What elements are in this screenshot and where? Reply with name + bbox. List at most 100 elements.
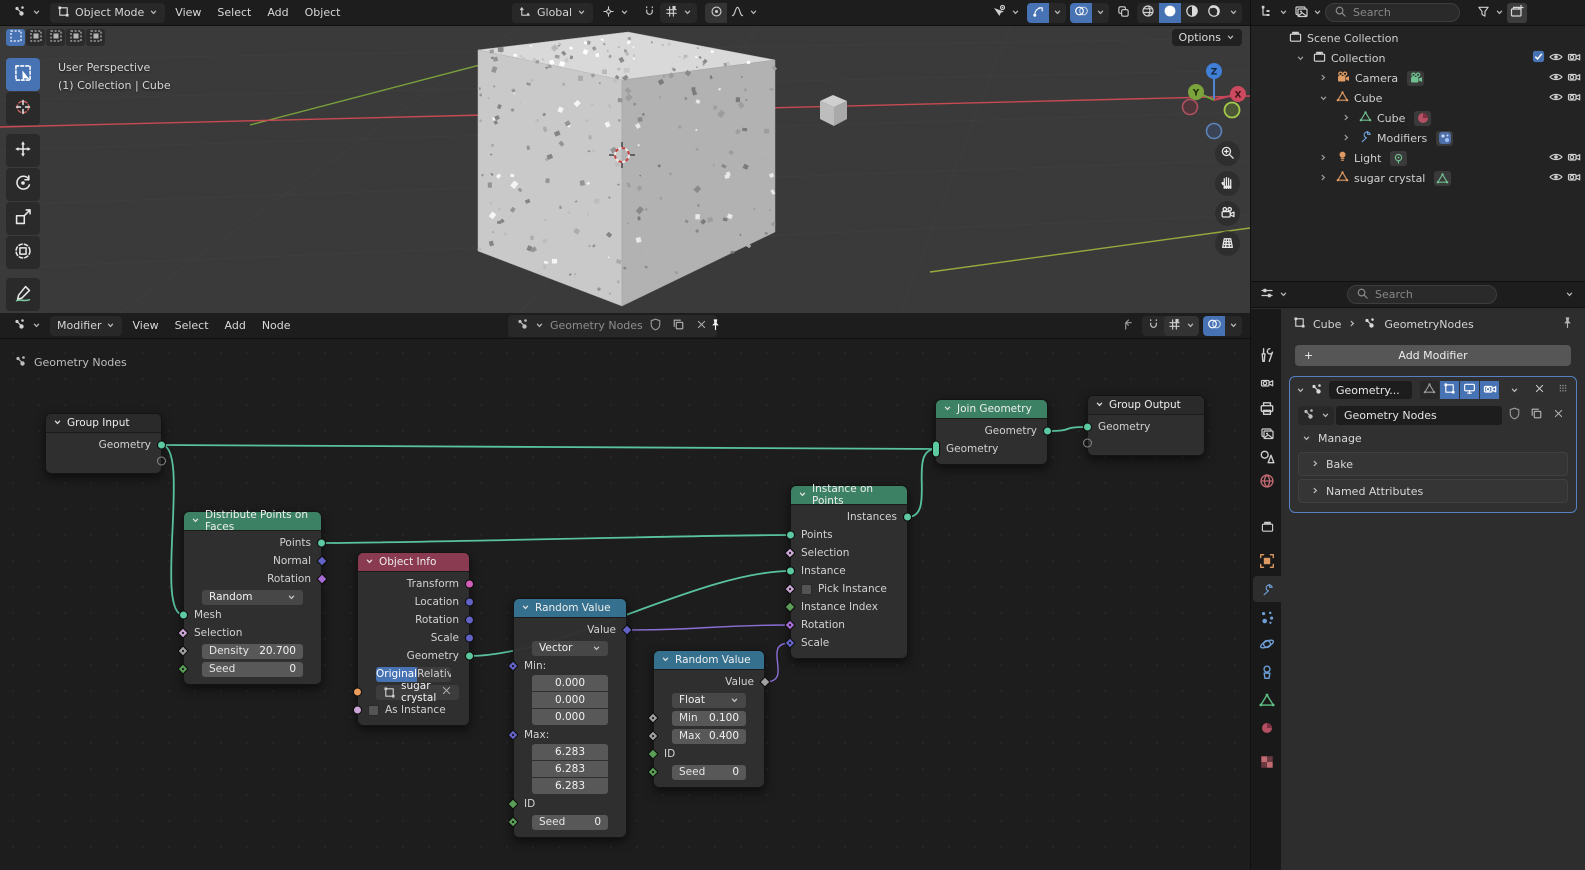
chevron-right-icon[interactable] [1342, 112, 1354, 125]
collapse-chevron-icon[interactable] [943, 403, 952, 415]
proportional-editing-toggle[interactable] [705, 2, 728, 23]
vector-component-field[interactable]: 6.283 [532, 778, 608, 794]
mesh-socket[interactable] [179, 610, 188, 620]
node-menu-view[interactable]: View [124, 316, 166, 335]
pin-id-button[interactable] [1557, 314, 1577, 334]
vector-component-field[interactable]: 6.283 [532, 744, 608, 760]
node-join-geometry[interactable]: Join Geometry Geometry Geometry [932, 399, 1052, 465]
outliner-item-camera[interactable]: Camera [1251, 68, 1585, 88]
modifier-name-field[interactable]: Geometry... [1329, 381, 1413, 399]
node-group-name-field[interactable]: Geometry Nodes [1336, 405, 1502, 425]
geometry-socket[interactable] [465, 651, 474, 661]
new-collection-button[interactable] [1507, 2, 1527, 23]
virtual-socket[interactable] [1083, 438, 1092, 447]
shading-dropdown[interactable] [1225, 3, 1242, 23]
value-field[interactable]: Seed 0 [532, 814, 608, 830]
tool-select-box[interactable] [6, 58, 40, 91]
node-header[interactable]: Random Value [654, 651, 764, 670]
parent-node-tree-button[interactable] [1118, 316, 1138, 336]
browse-node-tree-dropdown[interactable] [513, 316, 547, 336]
node-snap-toggle[interactable] [1142, 316, 1164, 336]
collapse-chevron-icon[interactable] [191, 515, 200, 527]
editor-type-dropdown[interactable] [6, 316, 48, 336]
tool-cursor[interactable] [6, 92, 40, 125]
display-mode-dropdown[interactable] [1291, 3, 1325, 23]
properties-tab-modifiers[interactable] [1253, 576, 1281, 602]
instances-socket[interactable] [903, 512, 912, 522]
overlays-dropdown[interactable] [1092, 3, 1109, 23]
show-on-cage-toggle[interactable] [1420, 381, 1440, 399]
modifier-extras-dropdown[interactable] [1504, 380, 1524, 400]
light-data-badge-icon[interactable] [1390, 150, 1408, 166]
disable-in-render-camera-icon[interactable] [1567, 150, 1581, 167]
outliner-search-input[interactable]: Search [1325, 3, 1460, 22]
checkbox[interactable] [368, 704, 379, 716]
geometry-socket[interactable] [1083, 422, 1092, 432]
hide-in-viewport-eye-icon[interactable] [1549, 150, 1563, 167]
collapse-chevron-icon[interactable] [365, 556, 374, 568]
pin-toggle[interactable] [705, 316, 725, 336]
outliner-item-label[interactable]: Camera [1355, 72, 1398, 85]
node-instance-on-points[interactable]: Instance on Points Instances Points Selecti… [784, 483, 912, 659]
outliner-item-collection[interactable]: Collection [1251, 48, 1585, 68]
outliner-item-label[interactable]: sugar crystal [1354, 172, 1425, 185]
tool-move[interactable] [6, 134, 40, 167]
properties-tab-output[interactable] [1253, 395, 1281, 421]
collapse-chevron-icon[interactable] [53, 417, 62, 429]
viewport-menu-object[interactable]: Object [297, 3, 349, 22]
chevron-down-icon[interactable] [1319, 92, 1331, 105]
node-header[interactable]: Random Value [514, 599, 626, 618]
hide-in-viewport-eye-icon[interactable] [1549, 70, 1563, 87]
hide-in-viewport-eye-icon[interactable] [1549, 90, 1563, 107]
outliner-item-modifiers[interactable]: Modifiers [1251, 128, 1585, 148]
viewport-menu-add[interactable]: Add [259, 3, 296, 22]
vector-component-field[interactable]: 0.000 [532, 709, 608, 725]
collapse-chevron-icon[interactable] [521, 602, 530, 614]
xray-toggle[interactable] [1113, 3, 1133, 23]
visibility-dropdown[interactable] [989, 3, 1023, 23]
viewport-menu-select[interactable]: Select [209, 3, 259, 22]
properties-tab-scene[interactable] [1253, 444, 1281, 470]
location-socket[interactable] [465, 597, 474, 607]
filter-dropdown[interactable] [1474, 3, 1507, 23]
collapse-chevron-icon[interactable] [1095, 399, 1104, 411]
value-field[interactable]: Density 20.700 [202, 643, 303, 659]
properties-tab-collection[interactable] [1253, 513, 1281, 539]
outliner-item-cube[interactable]: Cube [1251, 108, 1585, 128]
tool-transform[interactable] [6, 236, 40, 269]
copy-node-group-button[interactable] [1526, 405, 1546, 425]
node-header[interactable]: Group Output [1088, 396, 1204, 415]
properties-tab-constraints[interactable] [1253, 659, 1281, 685]
node-menu-node[interactable]: Node [254, 316, 299, 335]
nodetree-badge-icon[interactable] [1436, 130, 1454, 146]
checkbox[interactable] [801, 583, 812, 595]
gizmos-dropdown[interactable] [1049, 3, 1066, 23]
node-random-value[interactable]: Random Value Value Float Min 0.100 Max 0.400 ID… [647, 650, 771, 788]
clear-object-icon[interactable] [441, 685, 452, 699]
geometry-socket[interactable] [932, 440, 940, 458]
disable-in-render-camera-icon[interactable] [1567, 70, 1581, 87]
tool-scale[interactable] [6, 202, 40, 235]
mesh-data-badge-icon[interactable] [1434, 170, 1452, 186]
node-distribute-points-on-faces[interactable]: Distribute Points on Faces Points Normal Ro… [177, 509, 328, 685]
camera-data-badge-icon[interactable] [1407, 70, 1425, 86]
disable-in-render-camera-icon[interactable] [1567, 170, 1581, 187]
browse-node-group-dropdown[interactable] [1298, 405, 1334, 425]
camera-view-button[interactable] [1215, 201, 1240, 226]
bake-section-header[interactable]: Bake [1299, 453, 1567, 475]
select-mode-new[interactable] [6, 29, 25, 46]
geometry-socket[interactable] [157, 440, 166, 450]
snap-target-dropdown[interactable] [660, 2, 698, 23]
transform-orientation-dropdown[interactable]: Global [512, 2, 594, 23]
node-header[interactable]: Object Info [358, 553, 469, 572]
node-object-info[interactable]: Object Info Transform Location Rotation Scal… [353, 552, 474, 726]
tool-rotate[interactable] [6, 168, 40, 201]
copy-node-tree-button[interactable] [669, 316, 689, 336]
vector-component-field[interactable]: 0.000 [532, 675, 608, 691]
select-widget[interactable]: Random [202, 589, 303, 605]
properties-tab-particles[interactable] [1253, 604, 1281, 630]
points-socket[interactable] [786, 530, 795, 540]
breadcrumb-object[interactable]: Cube [1313, 318, 1341, 331]
properties-tab-render[interactable] [1253, 370, 1281, 396]
add-modifier-button[interactable]: + Add Modifier [1295, 345, 1571, 366]
